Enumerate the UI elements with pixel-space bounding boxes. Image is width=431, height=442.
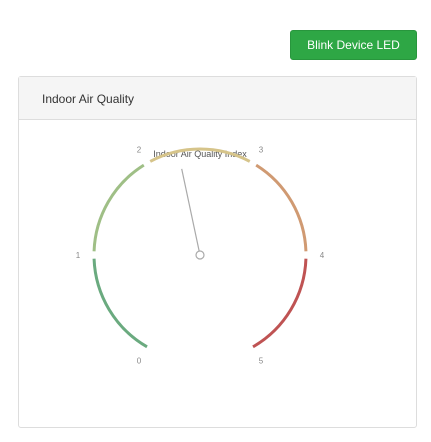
page: Blink Device LED Indoor Air Quality Indo… (0, 0, 431, 442)
panel-title: Indoor Air Quality (19, 77, 416, 120)
gauge-band-4 (252, 258, 308, 349)
air-quality-gauge: Indoor Air Quality Index 012345 (19, 120, 416, 427)
gauge-band-0 (92, 258, 148, 349)
gauge-needle (181, 168, 205, 260)
gauge-svg: Indoor Air Quality Index 012 345 (76, 145, 325, 366)
gauge-tick-label-5: 5 (259, 357, 264, 366)
indoor-air-quality-panel: Indoor Air Quality Indoor Air Quality In… (18, 76, 417, 428)
gauge-tick-label-2: 2 (137, 145, 142, 154)
gauge-needle-line (181, 168, 201, 256)
blink-device-led-button[interactable]: Blink Device LED (290, 30, 417, 60)
gauge-tick-label-1: 1 (76, 251, 81, 260)
gauge-band-3 (255, 163, 308, 252)
gauge-tick-label-3: 3 (259, 145, 264, 154)
gauge-tick-label-0: 0 (137, 357, 142, 366)
gauge-needle-hub (195, 250, 205, 260)
gauge-tick-label-4: 4 (320, 251, 325, 260)
gauge-bands (92, 147, 308, 349)
gauge-band-1 (92, 163, 145, 252)
